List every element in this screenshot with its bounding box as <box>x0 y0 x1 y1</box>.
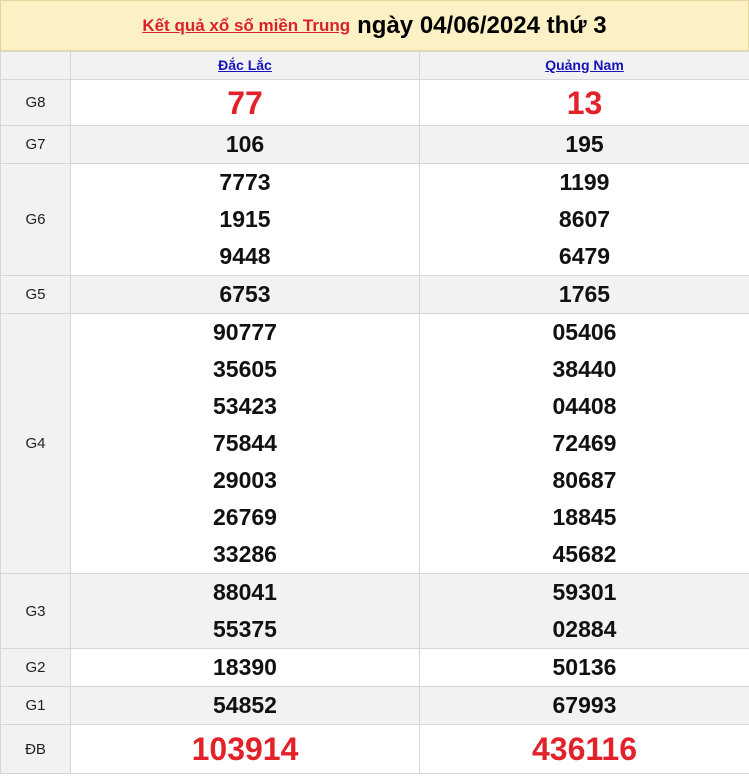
prize-row-g2: G2 18390 50136 <box>0 648 749 687</box>
result-number: 45682 <box>552 541 617 567</box>
result-cell: 88041 55375 <box>70 573 420 649</box>
prize-row-special: ĐB 103914 436116 <box>0 724 749 774</box>
result-number: 18845 <box>552 504 617 530</box>
draw-date-title: ngày 04/06/2024 thứ 3 <box>357 11 607 39</box>
jackpot-number: 103914 <box>191 731 299 767</box>
result-number: 13 <box>566 84 603 121</box>
result-number: 77 <box>227 84 263 121</box>
prize-row-g1: G1 54852 67993 <box>0 686 749 725</box>
result-cell: 05406 38440 04408 72469 80687 18845 4568… <box>419 313 749 574</box>
result-number: 04408 <box>552 393 617 419</box>
result-cell: 436116 <box>419 724 749 774</box>
result-cell: 106 <box>70 125 420 164</box>
result-cell: 90777 35605 53423 75844 29003 26769 3328… <box>70 313 420 574</box>
prize-label: G4 <box>0 313 71 574</box>
prize-label: G5 <box>0 275 71 314</box>
result-cell: 195 <box>419 125 749 164</box>
prize-label: G2 <box>0 648 71 687</box>
prize-row-g6: G6 7773 1915 9448 1199 8607 6479 <box>0 163 749 276</box>
result-number: 8607 <box>558 206 611 232</box>
result-number: 80687 <box>552 467 617 493</box>
result-cell: 54852 <box>70 686 420 725</box>
province-link-dac-lac[interactable]: Đắc Lắc <box>218 57 272 73</box>
result-number: 18390 <box>213 654 277 680</box>
prize-label: G8 <box>0 79 71 126</box>
result-number: 53423 <box>213 393 277 419</box>
results-header: Kết quả xổ số miền Trung ngày 04/06/2024… <box>0 0 749 51</box>
result-cell: 18390 <box>70 648 420 687</box>
prize-row-g7: G7 106 195 <box>0 125 749 164</box>
result-number: 26769 <box>213 504 277 530</box>
result-cell: 50136 <box>419 648 749 687</box>
result-cell: 59301 02884 <box>419 573 749 649</box>
result-number: 02884 <box>552 616 617 642</box>
results-table: Đắc Lắc Quảng Nam G8 77 13 G7 106 195 G6… <box>0 51 749 774</box>
result-number: 59301 <box>552 579 617 605</box>
result-number: 33286 <box>213 541 277 567</box>
result-number: 1765 <box>558 281 611 307</box>
result-cell: 77 <box>70 79 420 126</box>
result-cell: 67993 <box>419 686 749 725</box>
prize-row-g5: G5 6753 1765 <box>0 275 749 314</box>
prize-row-g4: G4 90777 35605 53423 75844 29003 26769 3… <box>0 313 749 574</box>
result-number: 9448 <box>219 243 271 269</box>
result-number: 29003 <box>213 467 277 493</box>
lottery-results-panel: Kết quả xổ số miền Trung ngày 04/06/2024… <box>0 0 749 777</box>
prize-label: G7 <box>0 125 71 164</box>
result-number: 54852 <box>213 692 277 718</box>
result-number: 72469 <box>552 430 617 456</box>
result-number: 38440 <box>552 356 617 382</box>
blank-corner-cell <box>0 51 71 80</box>
prize-label: ĐB <box>0 724 71 774</box>
jackpot-number: 436116 <box>531 731 637 767</box>
result-number: 6479 <box>558 243 611 269</box>
prize-label: G6 <box>0 163 71 276</box>
result-cell: 7773 1915 9448 <box>70 163 420 276</box>
result-cell: 103914 <box>70 724 420 774</box>
province-cell-1: Đắc Lắc <box>70 51 420 80</box>
result-cell: 13 <box>419 79 749 126</box>
result-number: 55375 <box>213 616 277 642</box>
result-number: 35605 <box>213 356 277 382</box>
mien-trung-results-link[interactable]: Kết quả xổ số miền Trung <box>142 16 350 36</box>
result-number: 6753 <box>219 281 271 307</box>
result-cell: 6753 <box>70 275 420 314</box>
result-number: 1915 <box>219 206 271 232</box>
province-link-quang-nam[interactable]: Quảng Nam <box>545 57 624 73</box>
result-number: 67993 <box>552 692 617 718</box>
result-number: 7773 <box>219 169 271 195</box>
result-number: 90777 <box>213 319 277 345</box>
result-number: 88041 <box>213 579 277 605</box>
result-number: 106 <box>225 131 265 157</box>
prize-label: G3 <box>0 573 71 649</box>
result-number: 05406 <box>552 319 617 345</box>
prize-row-g8: G8 77 13 <box>0 79 749 126</box>
result-number: 1199 <box>559 169 610 195</box>
result-number: 75844 <box>213 430 277 456</box>
result-number: 50136 <box>552 654 617 680</box>
province-header-row: Đắc Lắc Quảng Nam <box>0 51 749 80</box>
result-cell: 1765 <box>419 275 749 314</box>
prize-row-g3: G3 88041 55375 59301 02884 <box>0 573 749 649</box>
result-number: 195 <box>565 131 604 157</box>
result-cell: 1199 8607 6479 <box>419 163 749 276</box>
prize-label: G1 <box>0 686 71 725</box>
province-cell-2: Quảng Nam <box>419 51 749 80</box>
